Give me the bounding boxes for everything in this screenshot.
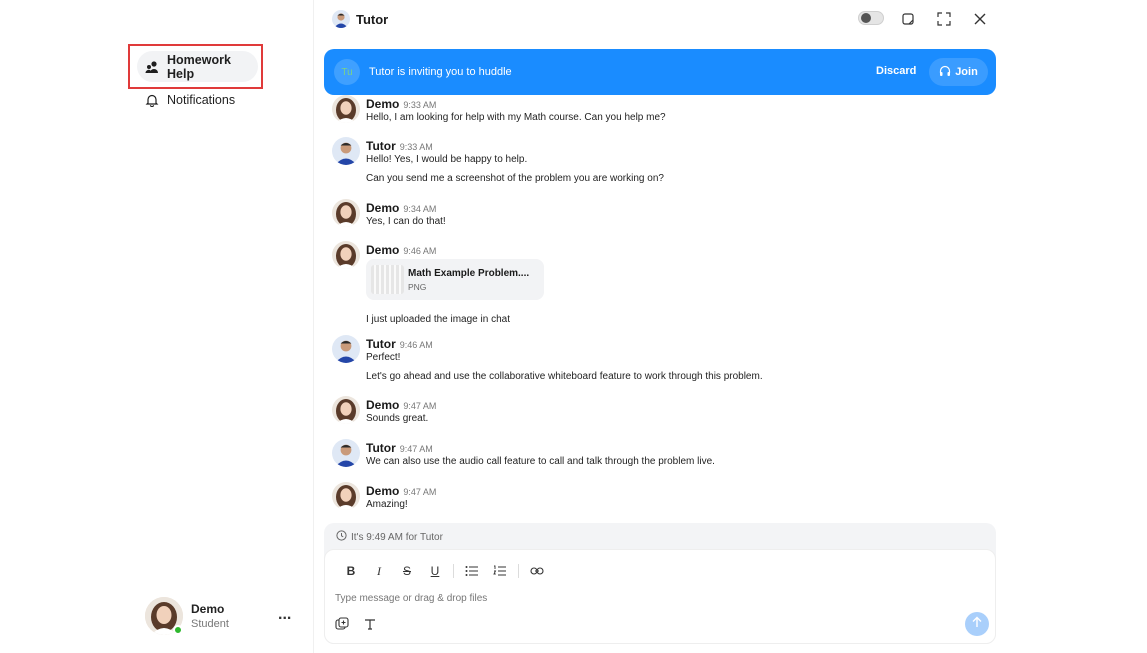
local-time-text: It's 9:49 AM for Tutor xyxy=(351,531,443,543)
nav-item-notifications[interactable]: Notifications xyxy=(145,92,235,108)
message-time: 9:47 AM xyxy=(403,487,437,497)
message-time: 9:34 AM xyxy=(403,204,437,214)
avatar xyxy=(332,335,360,363)
formatting-toolbar: B I S U xyxy=(337,562,551,580)
message-text: Let's go ahead and use the collaborative… xyxy=(366,371,763,382)
message-time: 9:46 AM xyxy=(403,246,437,256)
message-composer: B I S U xyxy=(324,549,996,644)
huddle-text: Tutor is inviting you to huddle xyxy=(369,66,512,78)
image-thumbnail xyxy=(371,265,404,294)
toolbar-divider xyxy=(453,564,454,578)
join-button[interactable]: Join xyxy=(929,58,988,86)
message-time: 9:47 AM xyxy=(399,444,433,454)
bullet-list-icon[interactable] xyxy=(458,562,486,580)
avatar xyxy=(332,439,360,467)
message-text: Sounds great. xyxy=(366,413,429,424)
headphones-icon xyxy=(939,65,951,80)
message-sender: Demo xyxy=(366,243,400,257)
huddle-avatar: Tu xyxy=(334,59,360,85)
message-sender: Demo xyxy=(366,484,400,498)
attach-icon[interactable] xyxy=(335,617,349,636)
avatar xyxy=(332,396,360,424)
message-text: Perfect! xyxy=(366,352,401,363)
nav-label: Notifications xyxy=(167,93,236,107)
send-button[interactable] xyxy=(965,612,989,636)
fullscreen-icon[interactable] xyxy=(937,12,951,26)
message-text: We can also use the audio call feature t… xyxy=(366,456,715,467)
close-icon[interactable] xyxy=(973,12,987,26)
user-role: Student xyxy=(191,618,229,630)
nav-item-homework-help[interactable]: Homework Help xyxy=(137,51,258,82)
message-sender: Tutor xyxy=(366,337,396,351)
user-card[interactable]: Demo Student ... xyxy=(145,596,295,636)
message-sender: Tutor xyxy=(366,441,396,455)
message-text: Can you send me a screenshot of the prob… xyxy=(366,173,664,184)
message-text: Hello! Yes, I would be happy to help. xyxy=(366,154,528,165)
file-attachment[interactable]: Math Example Problem.... PNG xyxy=(366,259,544,300)
bell-icon xyxy=(145,93,159,107)
bold-icon[interactable]: B xyxy=(337,562,365,580)
message-sender: Tutor xyxy=(366,139,396,153)
local-time-notice: It's 9:49 AM for Tutor xyxy=(336,530,443,544)
message-time: 9:33 AM xyxy=(399,142,433,152)
user-name: Demo xyxy=(191,602,225,616)
message-sender: Demo xyxy=(366,97,400,111)
message-time: 9:46 AM xyxy=(399,340,433,350)
sidebar: Homework Help Notifications Demo Student… xyxy=(0,0,314,653)
message-sender: Demo xyxy=(366,398,400,412)
link-icon[interactable] xyxy=(523,562,551,580)
note-icon[interactable] xyxy=(901,12,915,26)
message-text: Yes, I can do that! xyxy=(366,216,446,227)
avatar xyxy=(332,95,360,123)
avatar xyxy=(332,241,360,269)
clock-icon xyxy=(336,530,347,544)
text-format-icon[interactable] xyxy=(363,617,377,636)
avatar xyxy=(332,482,360,510)
toggle-switch[interactable] xyxy=(858,11,884,25)
online-status-dot xyxy=(173,625,183,635)
chat-header: Tutor xyxy=(315,0,1015,40)
message-time: 9:33 AM xyxy=(403,100,437,110)
users-icon xyxy=(145,60,159,74)
message-text: Amazing! xyxy=(366,499,408,510)
discard-button[interactable]: Discard xyxy=(876,65,916,77)
composer-area: It's 9:49 AM for Tutor B I S U xyxy=(324,523,996,644)
message-text: I just uploaded the image in chat xyxy=(366,314,510,325)
nav-label: Homework Help xyxy=(167,52,231,81)
strikethrough-icon[interactable]: S xyxy=(393,562,421,580)
avatar xyxy=(332,199,360,227)
message-text: Hello, I am looking for help with my Mat… xyxy=(366,112,666,123)
italic-icon[interactable]: I xyxy=(365,562,393,580)
arrow-up-icon xyxy=(971,615,983,633)
message-sender: Demo xyxy=(366,201,400,215)
tutor-avatar xyxy=(332,10,350,28)
attachment-type: PNG xyxy=(408,282,427,292)
avatar xyxy=(145,597,183,635)
toolbar-divider xyxy=(518,564,519,578)
chat-title: Tutor xyxy=(356,11,389,27)
chat-panel: Tutor Tu Tutor is inviting you to huddle… xyxy=(315,0,1147,653)
underline-icon[interactable]: U xyxy=(421,562,449,580)
message-time: 9:47 AM xyxy=(403,401,437,411)
numbered-list-icon[interactable] xyxy=(486,562,514,580)
more-options-button[interactable]: ... xyxy=(278,606,291,624)
avatar xyxy=(332,137,360,165)
attachment-name: Math Example Problem.... xyxy=(408,268,530,279)
message-input[interactable] xyxy=(335,590,935,606)
join-label: Join xyxy=(955,66,978,78)
huddle-banner: Tu Tutor is inviting you to huddle Disca… xyxy=(324,49,996,95)
